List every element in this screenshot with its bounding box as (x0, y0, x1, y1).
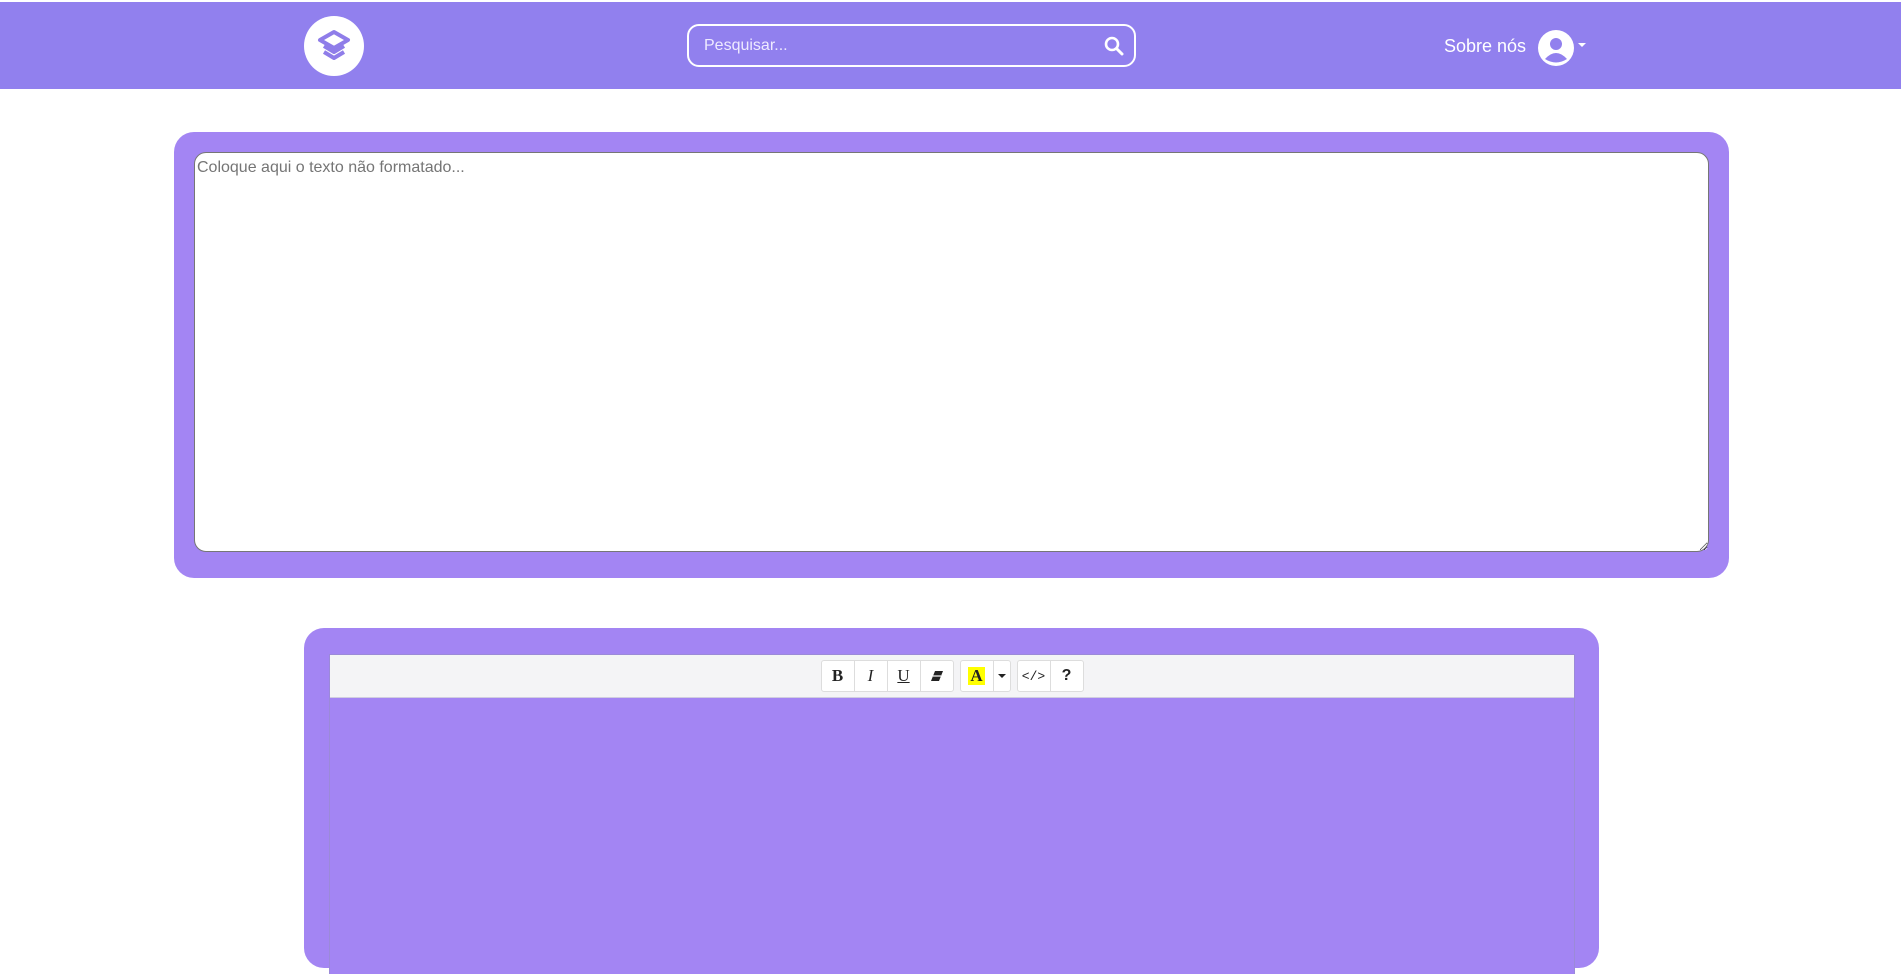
navbar: Sobre nós (0, 2, 1901, 89)
search-icon (1104, 36, 1124, 55)
clear-format-button[interactable] (919, 660, 954, 692)
search-box (687, 24, 1136, 67)
user-menu-toggle[interactable] (1538, 30, 1588, 66)
eraser-icon (930, 671, 943, 681)
help-label: ? (1061, 667, 1072, 684)
rich-text-editor: B I U A </> ? (329, 654, 1575, 974)
caret-down-icon (997, 674, 1006, 678)
editor-content[interactable] (330, 698, 1574, 974)
user-circle-icon (1538, 30, 1574, 66)
color-group: A (959, 660, 1011, 692)
underline-label: U (897, 666, 910, 685)
bold-button[interactable]: B (820, 660, 855, 692)
misc-group: </> ? (1016, 660, 1084, 692)
bold-label: B (831, 666, 844, 685)
code-view-button[interactable]: </> (1016, 660, 1051, 692)
search-button[interactable] (1094, 26, 1134, 65)
italic-label: I (867, 666, 874, 685)
logo[interactable] (304, 16, 364, 76)
highlight-dropdown-button[interactable] (992, 660, 1011, 692)
underline-button[interactable]: U (886, 660, 921, 692)
input-panel (174, 132, 1729, 578)
layers-icon (318, 30, 350, 60)
code-view-label: </> (1021, 668, 1046, 684)
italic-button[interactable]: I (853, 660, 888, 692)
help-button[interactable]: ? (1049, 660, 1084, 692)
highlight-label: A (968, 666, 985, 685)
editor-toolbar: B I U A </> ? (330, 655, 1574, 698)
editor-panel: B I U A </> ? (304, 628, 1599, 974)
raw-text-input[interactable] (194, 152, 1709, 552)
search-input[interactable] (689, 26, 1094, 65)
caret-down-icon (1578, 43, 1586, 47)
format-group: B I U (820, 660, 954, 692)
about-link[interactable]: Sobre nós (1444, 36, 1526, 57)
highlight-button[interactable]: A (959, 660, 994, 692)
